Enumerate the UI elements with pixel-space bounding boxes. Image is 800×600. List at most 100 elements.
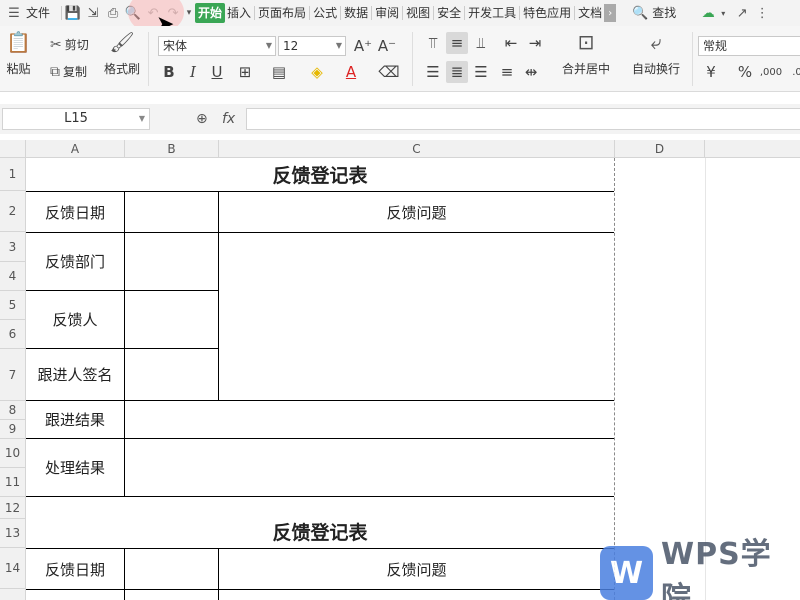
menu-file[interactable]: 文件 [24, 0, 52, 26]
row-header-11[interactable]: 11 [0, 468, 26, 497]
row-header-2[interactable]: 2 [0, 191, 26, 232]
tab-home[interactable]: 开始 [195, 3, 226, 23]
currency-icon[interactable]: ¥ [700, 61, 722, 83]
hamburger-menu-icon[interactable]: ☰ [4, 3, 24, 23]
copy-button[interactable]: ⧉ 复制 [50, 63, 87, 80]
cell-follow-signature-label[interactable]: 跟进人签名 [26, 349, 124, 400]
paste-button[interactable]: 📋 粘贴 [6, 30, 31, 77]
cut-label: 剪切 [64, 38, 89, 52]
cell-handle-result-label[interactable]: 处理结果 [26, 439, 124, 496]
format-painter-button[interactable]: 🖌 格式刷 [104, 30, 140, 77]
cell-feedback-issue-value[interactable] [219, 233, 614, 400]
row-header-13[interactable]: 13 [0, 519, 26, 548]
tab-insert[interactable]: 插入 [225, 0, 253, 26]
align-bottom-icon[interactable]: ⫫ [470, 32, 492, 54]
search-label[interactable]: 查找 [650, 0, 678, 26]
number-format-select[interactable]: 常规 [698, 36, 800, 56]
cell-style-icon[interactable]: ▤ [268, 61, 290, 83]
tab-page-layout[interactable]: 页面布局 [256, 0, 308, 26]
tab-special[interactable]: 特色应用 [521, 0, 573, 26]
more-options-icon[interactable]: ⋮ [752, 3, 772, 23]
bold-icon[interactable]: B [158, 61, 180, 83]
cell-table2-issue-label[interactable]: 反馈问题 [219, 549, 614, 589]
cell-feedback-dept-label[interactable]: 反馈部门 [26, 233, 124, 290]
search-icon[interactable]: 🔍 [630, 3, 650, 23]
cut-button[interactable]: ✂ 剪切 [50, 36, 89, 53]
font-name-select[interactable]: 宋体 ▼ [158, 36, 276, 56]
quick-access-more-icon[interactable]: ▾ [183, 3, 195, 23]
column-header-a[interactable]: A [26, 140, 125, 158]
decrease-font-icon[interactable]: A⁻ [376, 35, 398, 57]
save-icon[interactable]: 💾 [63, 3, 83, 23]
row-header-12[interactable]: 12 [0, 497, 26, 519]
align-middle-icon[interactable]: ≡ [446, 32, 468, 54]
row-header-14[interactable]: 14 [0, 548, 26, 589]
fx-button[interactable]: fx [222, 111, 235, 127]
tab-data[interactable]: 数据 [342, 0, 370, 26]
column-header-d[interactable]: D [615, 140, 705, 158]
percent-button[interactable]: % [734, 61, 756, 83]
table2-title[interactable]: 反馈登记表 [26, 515, 614, 548]
tab-review[interactable]: 审阅 [373, 0, 401, 26]
align-right-icon[interactable]: ☰ [470, 61, 492, 83]
print-icon[interactable]: ⎙ [103, 3, 123, 23]
increase-decimal-icon[interactable]: .0 [786, 61, 800, 83]
increase-font-icon[interactable]: A⁺ [352, 35, 374, 57]
ribbon-separator [412, 32, 413, 86]
tab-docs[interactable]: 文档 [576, 0, 604, 26]
row-header-1[interactable]: 1 [0, 158, 26, 191]
underline-icon[interactable]: U [206, 61, 228, 83]
cloud-sync-icon[interactable]: ☁ [698, 3, 718, 23]
row-header-9[interactable]: 9 [0, 420, 26, 439]
align-top-icon[interactable]: ⫪ [422, 32, 444, 54]
copy-label: 复制 [63, 65, 88, 79]
fill-color-icon[interactable]: ◈ [306, 61, 328, 83]
column-header-c[interactable]: C [219, 140, 615, 158]
cell-table2-date-label[interactable]: 反馈日期 [26, 549, 124, 589]
chevron-down-icon: ▼ [265, 41, 272, 50]
cell-feedback-date-value[interactable] [125, 192, 218, 232]
increase-indent-icon[interactable]: ⇥ [524, 32, 546, 54]
tab-formulas[interactable]: 公式 [311, 0, 339, 26]
select-all-corner[interactable] [0, 140, 26, 158]
row-header-10[interactable]: 10 [0, 439, 26, 468]
row-header-4[interactable]: 4 [0, 262, 26, 291]
font-size-select[interactable]: 12 ▼ [278, 36, 346, 56]
border-icon[interactable]: ⊞ [234, 61, 256, 83]
tabs-scroll-right-icon[interactable]: › [604, 4, 617, 22]
row-header-5[interactable]: 5 [0, 291, 26, 320]
share-icon[interactable]: ↗ [732, 3, 752, 23]
italic-icon[interactable]: I [182, 61, 204, 83]
align-center-icon[interactable]: ≣ [446, 61, 468, 83]
row-header-3[interactable]: 3 [0, 232, 26, 262]
cell-feedback-person-label[interactable]: 反馈人 [26, 291, 124, 348]
column-header-e[interactable] [705, 140, 800, 158]
name-box[interactable]: L15 ▼ [2, 108, 150, 130]
decrease-indent-icon[interactable]: ⇤ [500, 32, 522, 54]
align-left-icon[interactable]: ☰ [422, 61, 444, 83]
cell-feedback-issue-label[interactable]: 反馈问题 [219, 192, 614, 232]
distributed-align-icon[interactable]: ⇹ [520, 61, 542, 83]
tab-security[interactable]: 安全 [435, 0, 463, 26]
row-header-7[interactable]: 7 [0, 349, 26, 401]
cell-feedback-date-label[interactable]: 反馈日期 [26, 192, 124, 232]
clear-format-icon[interactable]: ⌫ [378, 61, 400, 83]
merge-center-button[interactable]: ⊡ 合并居中 [562, 30, 610, 77]
sync-dropdown-icon[interactable]: ▾ [718, 3, 728, 23]
row-header-6[interactable]: 6 [0, 320, 26, 349]
export-icon[interactable]: ⇲ [83, 3, 103, 23]
formula-input[interactable] [246, 108, 800, 130]
font-color-icon[interactable]: A [340, 61, 362, 83]
thousands-separator-icon[interactable]: ,000 [760, 61, 782, 83]
column-header-b[interactable]: B [125, 140, 219, 158]
merge-cells-icon: ⊡ [577, 30, 595, 54]
zoom-icon[interactable]: ⊕ [196, 111, 208, 127]
cell-follow-result-label[interactable]: 跟进结果 [26, 401, 124, 438]
wrap-text-button[interactable]: ⤶ 自动换行 [632, 30, 680, 77]
row-header-15[interactable] [0, 589, 26, 600]
row-header-8[interactable]: 8 [0, 401, 26, 420]
tab-developer[interactable]: 开发工具 [466, 0, 518, 26]
tab-view[interactable]: 视图 [404, 0, 432, 26]
table-title[interactable]: 反馈登记表 [26, 158, 614, 191]
justify-icon[interactable]: ≡ [496, 61, 518, 83]
